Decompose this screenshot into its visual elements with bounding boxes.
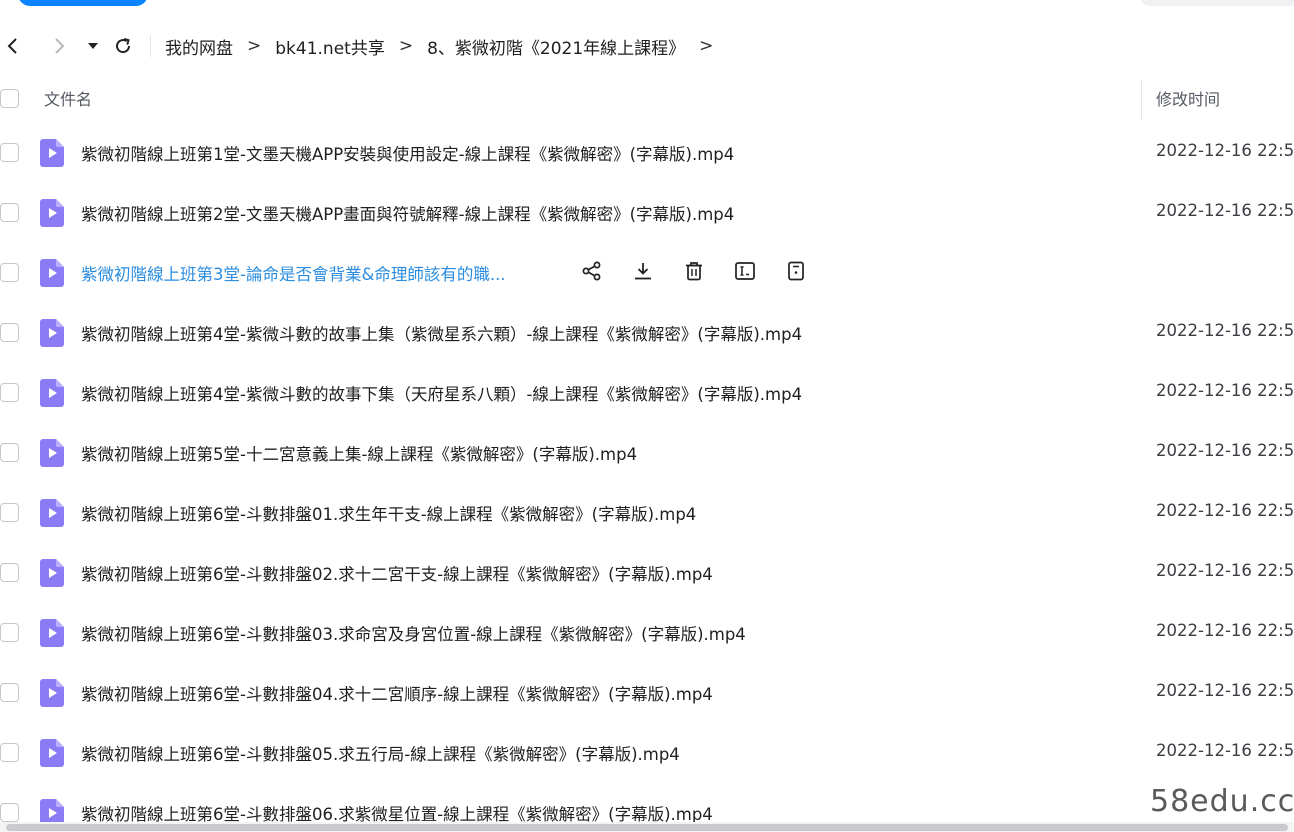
share-icon xyxy=(582,261,601,281)
file-row[interactable]: 紫微初階線上班第1堂-文墨天機APP安裝與使用設定-線上課程《紫微解密》(字幕版… xyxy=(0,122,1294,182)
breadcrumb-separator: > xyxy=(398,36,414,56)
more-info-icon xyxy=(788,261,804,281)
column-header-name[interactable]: 文件名 xyxy=(44,86,92,110)
file-modified-time: 2022-12-16 22:5 xyxy=(1156,621,1294,640)
navigation-bar: 我的网盘 > bk41.net共享 > 8、紫微初階《2021年線上課程》 > xyxy=(0,26,1294,66)
video-file-icon xyxy=(40,619,64,647)
caret-down-icon xyxy=(88,43,98,49)
file-modified-time: 2022-12-16 22:5 xyxy=(1156,381,1294,400)
file-name[interactable]: 紫微初階線上班第6堂-斗數排盤03.求命宮及身宮位置-線上課程《紫微解密》(字幕… xyxy=(81,621,746,645)
video-file-icon xyxy=(40,139,64,167)
search-box[interactable] xyxy=(1140,0,1294,6)
column-divider[interactable] xyxy=(1141,80,1142,120)
top-strip xyxy=(0,0,1294,10)
file-modified-time: 2022-12-16 22:5 xyxy=(1156,501,1294,520)
download-button[interactable] xyxy=(629,257,657,285)
row-checkbox[interactable] xyxy=(0,443,19,462)
upload-button[interactable] xyxy=(18,0,148,6)
breadcrumb-root[interactable]: 我的网盘 xyxy=(165,34,233,59)
video-file-icon xyxy=(40,319,64,347)
video-file-icon xyxy=(40,559,64,587)
scrollbar-thumb[interactable] xyxy=(6,824,1288,831)
breadcrumb-expand[interactable]: > xyxy=(699,36,713,56)
row-checkbox[interactable] xyxy=(0,503,19,522)
file-list: 紫微初階線上班第1堂-文墨天機APP安裝與使用設定-線上課程《紫微解密》(字幕版… xyxy=(0,122,1294,832)
video-file-icon xyxy=(40,199,64,227)
breadcrumb-share[interactable]: bk41.net共享 xyxy=(275,34,385,59)
row-checkbox[interactable] xyxy=(0,383,19,402)
download-icon xyxy=(635,263,651,280)
table-header: 文件名 修改时间 xyxy=(0,78,1294,120)
file-name[interactable]: 紫微初階線上班第6堂-斗數排盤01.求生年干支-線上課程《紫微解密》(字幕版).… xyxy=(81,501,696,525)
file-modified-time: 2022-12-16 22:5 xyxy=(1156,201,1294,220)
video-file-icon xyxy=(40,259,64,287)
breadcrumb-separator: > xyxy=(247,36,262,56)
video-file-icon xyxy=(40,679,64,707)
row-actions xyxy=(578,257,833,285)
file-modified-time: 2022-12-16 22:5 xyxy=(1156,321,1294,340)
file-name[interactable]: 紫微初階線上班第5堂-十二宮意義上集-線上課程《紫微解密》(字幕版).mp4 xyxy=(81,441,637,465)
delete-icon xyxy=(686,262,702,281)
row-checkbox[interactable] xyxy=(0,203,19,222)
file-modified-time: 2022-12-16 22:5 xyxy=(1156,441,1294,460)
row-checkbox[interactable] xyxy=(0,323,19,342)
row-checkbox[interactable] xyxy=(0,743,19,762)
share-button[interactable] xyxy=(578,257,606,285)
breadcrumb-current-folder[interactable]: 8、紫微初階《2021年線上課程》 xyxy=(427,34,685,59)
file-row[interactable]: 紫微初階線上班第6堂-斗數排盤05.求五行局-線上課程《紫微解密》(字幕版).m… xyxy=(0,722,1294,782)
row-checkbox[interactable] xyxy=(0,563,19,582)
column-header-modified[interactable]: 修改时间 xyxy=(1156,86,1220,110)
nav-divider xyxy=(150,35,151,57)
video-file-icon xyxy=(40,379,64,407)
file-row[interactable]: 紫微初階線上班第4堂-紫微斗數的故事下集（天府星系八顆）-線上課程《紫微解密》(… xyxy=(0,362,1294,422)
horizontal-scrollbar[interactable] xyxy=(0,822,1294,832)
history-dropdown[interactable] xyxy=(80,33,106,59)
refresh-icon xyxy=(116,38,131,54)
delete-button[interactable] xyxy=(680,257,708,285)
rename-icon xyxy=(735,262,755,280)
file-name[interactable]: 紫微初階線上班第2堂-文墨天機APP畫面與符號解釋-線上課程《紫微解密》(字幕版… xyxy=(81,201,734,225)
file-name[interactable]: 紫微初階線上班第6堂-斗數排盤05.求五行局-線上課程《紫微解密》(字幕版).m… xyxy=(81,741,680,765)
row-checkbox[interactable] xyxy=(0,803,19,822)
chevron-right-icon xyxy=(55,38,65,54)
refresh-button[interactable] xyxy=(110,33,136,59)
file-modified-time: 2022-12-16 22:5 xyxy=(1156,741,1294,760)
forward-button[interactable] xyxy=(46,33,72,59)
breadcrumb: 我的网盘 > bk41.net共享 > 8、紫微初階《2021年線上課程》 > xyxy=(165,34,727,59)
file-row[interactable]: 紫微初階線上班第3堂-論命是否會背業&命理師該有的職... xyxy=(0,242,1294,302)
row-checkbox[interactable] xyxy=(0,683,19,702)
video-file-icon xyxy=(40,739,64,767)
file-row[interactable]: 紫微初階線上班第5堂-十二宮意義上集-線上課程《紫微解密》(字幕版).mp4 2… xyxy=(0,422,1294,482)
file-name[interactable]: 紫微初階線上班第6堂-斗數排盤04.求十二宮順序-線上課程《紫微解密》(字幕版)… xyxy=(81,681,713,705)
watermark: 58edu.cc xyxy=(1150,784,1294,819)
file-name[interactable]: 紫微初階線上班第3堂-論命是否會背業&命理師該有的職... xyxy=(81,261,506,285)
file-row[interactable]: 紫微初階線上班第6堂-斗數排盤03.求命宮及身宮位置-線上課程《紫微解密》(字幕… xyxy=(0,602,1294,662)
file-name[interactable]: 紫微初階線上班第4堂-紫微斗數的故事下集（天府星系八顆）-線上課程《紫微解密》(… xyxy=(81,381,802,405)
file-modified-time: 2022-12-16 22:5 xyxy=(1156,141,1294,160)
file-row[interactable]: 紫微初階線上班第4堂-紫微斗數的故事上集（紫微星系六顆）-線上課程《紫微解密》(… xyxy=(0,302,1294,362)
file-row[interactable]: 紫微初階線上班第6堂-斗數排盤02.求十二宮干支-線上課程《紫微解密》(字幕版)… xyxy=(0,542,1294,602)
file-name[interactable]: 紫微初階線上班第4堂-紫微斗數的故事上集（紫微星系六顆）-線上課程《紫微解密》(… xyxy=(81,321,802,345)
select-all-checkbox[interactable] xyxy=(0,88,19,108)
file-row[interactable]: 紫微初階線上班第6堂-斗數排盤04.求十二宮順序-線上課程《紫微解密》(字幕版)… xyxy=(0,662,1294,722)
back-button[interactable] xyxy=(0,33,26,59)
file-modified-time: 2022-12-16 22:5 xyxy=(1156,681,1294,700)
file-row[interactable]: 紫微初階線上班第2堂-文墨天機APP畫面與符號解釋-線上課程《紫微解密》(字幕版… xyxy=(0,182,1294,242)
rename-button[interactable] xyxy=(731,257,759,285)
row-checkbox[interactable] xyxy=(0,263,19,282)
video-file-icon xyxy=(40,499,64,527)
video-file-icon xyxy=(40,439,64,467)
row-checkbox[interactable] xyxy=(0,143,19,162)
file-name[interactable]: 紫微初階線上班第1堂-文墨天機APP安裝與使用設定-線上課程《紫微解密》(字幕版… xyxy=(81,141,734,165)
file-modified-time: 2022-12-16 22:5 xyxy=(1156,561,1294,580)
file-name[interactable]: 紫微初階線上班第6堂-斗數排盤02.求十二宮干支-線上課程《紫微解密》(字幕版)… xyxy=(81,561,713,585)
file-row[interactable]: 紫微初階線上班第6堂-斗數排盤01.求生年干支-線上課程《紫微解密》(字幕版).… xyxy=(0,482,1294,542)
more-info-button[interactable] xyxy=(782,257,810,285)
row-checkbox[interactable] xyxy=(0,623,19,642)
chevron-left-icon xyxy=(7,38,17,54)
